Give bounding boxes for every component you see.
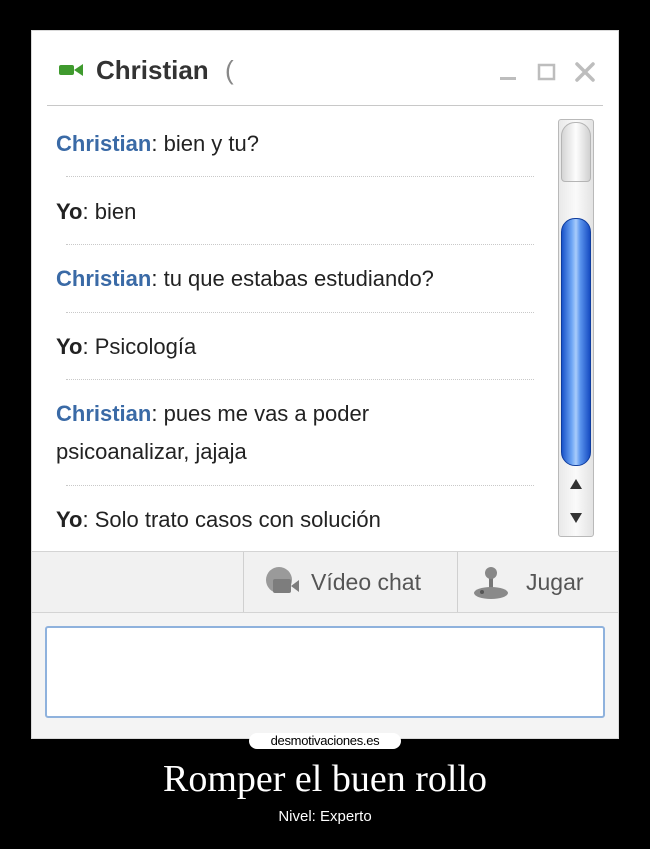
message-divider (66, 312, 534, 313)
message-text: : bien y tu? (151, 131, 259, 156)
message-sender: Christian (56, 401, 152, 426)
scrollbar-track[interactable] (561, 122, 591, 182)
chat-toolbar: Vídeo chat Jugar (32, 551, 618, 613)
scroll-down-arrow-icon[interactable] (569, 512, 583, 524)
message-item: Christian: bien y tu? (56, 125, 536, 163)
video-chat-label: Vídeo chat (311, 569, 421, 595)
game-button[interactable]: Jugar (458, 552, 618, 612)
site-watermark: desmotivaciones.es (249, 733, 401, 749)
message-scrollbar[interactable] (558, 119, 594, 537)
message-input[interactable] (45, 626, 605, 718)
status-text: ( (225, 55, 234, 85)
game-label: Jugar (526, 569, 584, 595)
joystick-icon (474, 567, 508, 599)
video-chat-icon (266, 567, 299, 593)
chat-titlebar: Christian ( (32, 31, 618, 107)
poster-title: Romper el buen rollo (163, 758, 487, 800)
message-sender: Yo (56, 199, 83, 224)
scrollbar-thumb[interactable] (561, 218, 591, 466)
message-divider (66, 485, 534, 486)
message-divider (66, 379, 534, 380)
contact-name[interactable]: Christian (96, 55, 209, 86)
message-sender: Yo (56, 507, 83, 532)
message-divider (66, 244, 534, 245)
compose-area (32, 613, 618, 738)
message-item: Yo: bien (56, 193, 536, 231)
message-sender: Yo (56, 334, 83, 359)
message-item: Christian: tu que estabas estudiando? (56, 260, 536, 298)
video-chat-button[interactable]: Vídeo chat (244, 552, 457, 612)
message-text: : Solo trato casos con solución (82, 507, 381, 532)
message-text: : Psicología (82, 334, 197, 359)
message-sender: Christian (56, 266, 152, 291)
message-list[interactable]: Christian: bien y tu? Yo: bien Christian… (32, 107, 552, 551)
message-text: : bien (82, 199, 137, 224)
scroll-up-arrow-icon[interactable] (569, 478, 583, 490)
message-item: Yo: Psicología (56, 328, 536, 366)
message-text: : tu que estabas estudiando? (151, 266, 434, 291)
video-camera-icon (59, 64, 83, 76)
minimize-icon[interactable] (497, 61, 519, 83)
message-divider (66, 176, 534, 177)
message-sender: Christian (56, 131, 152, 156)
message-item: Christian: pues me vas a poder psicoanal… (56, 395, 456, 471)
titlebar-divider (47, 105, 603, 106)
message-item: Yo: Solo trato casos con solución (56, 501, 536, 539)
chat-window: Christian ( Christian: bien y tu? Yo: bi… (31, 30, 619, 739)
close-icon[interactable] (574, 61, 596, 83)
poster-subtitle: Nivel: Experto (278, 808, 372, 825)
maximize-icon[interactable] (536, 61, 558, 83)
